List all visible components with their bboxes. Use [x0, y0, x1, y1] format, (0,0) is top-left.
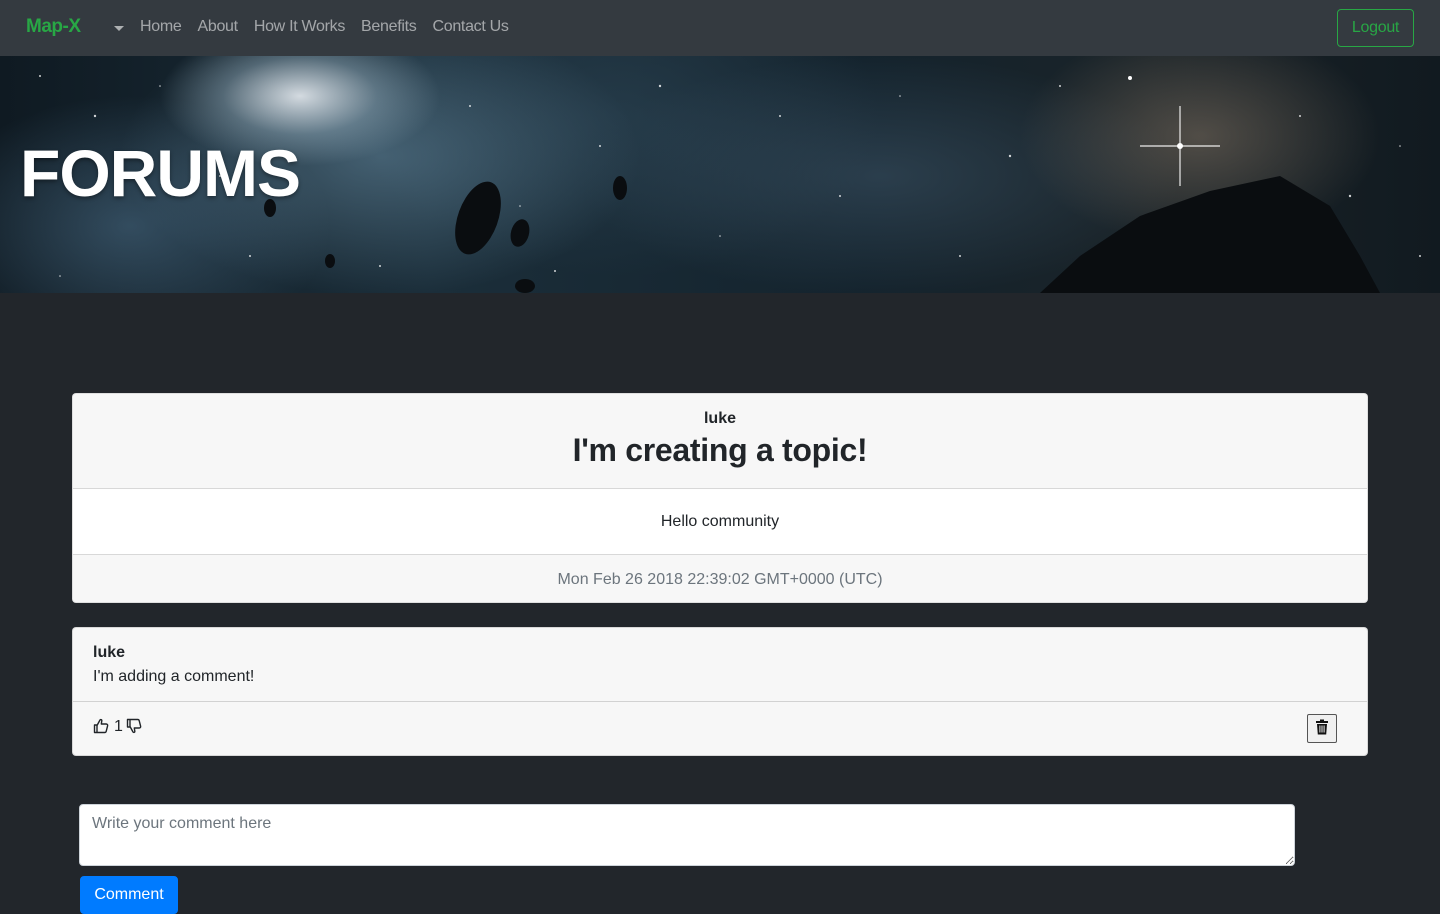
- topic-card: luke I'm creating a topic! Hello communi…: [72, 393, 1368, 603]
- comment-input[interactable]: [79, 804, 1295, 866]
- comment-text: I'm adding a comment!: [93, 668, 255, 685]
- nav-link-benefits[interactable]: Benefits: [361, 18, 417, 36]
- thumbs-up-icon[interactable]: [93, 718, 109, 734]
- topic-header: luke I'm creating a topic!: [73, 394, 1367, 489]
- comment-footer: 1: [73, 701, 1367, 755]
- thumbs-down-icon[interactable]: [126, 718, 142, 734]
- nav-link-home[interactable]: Home: [140, 18, 182, 36]
- vote-count: 1: [114, 718, 123, 735]
- comment-card: luke I'm adding a comment! 1: [72, 627, 1368, 756]
- nav-link-how-it-works[interactable]: How It Works: [254, 18, 346, 36]
- trash-icon: [1315, 719, 1329, 738]
- delete-comment-button[interactable]: [1307, 714, 1337, 743]
- hero-banner: FORUMS: [0, 56, 1440, 293]
- logout-button[interactable]: Logout: [1337, 9, 1414, 47]
- comment-author: luke: [93, 644, 126, 661]
- nav-link-contact-us[interactable]: Contact Us: [432, 18, 508, 36]
- brand-logo[interactable]: Map-X: [26, 16, 81, 38]
- topic-author: luke: [703, 410, 736, 427]
- page-title: FORUMS: [20, 136, 301, 210]
- navbar: Map-X Home About How It Works Benefits C…: [0, 0, 1440, 56]
- topic-body: Hello community: [660, 512, 780, 530]
- nav-link-about[interactable]: About: [197, 18, 238, 36]
- topic-title: I'm creating a topic!: [572, 432, 868, 468]
- nav-links: Home About How It Works Benefits Contact…: [140, 18, 525, 36]
- navbar-toggle-caret-icon[interactable]: [114, 26, 124, 31]
- comment-submit-button[interactable]: Comment: [80, 876, 178, 914]
- topic-timestamp: Mon Feb 26 2018 22:39:02 GMT+0000 (UTC): [73, 554, 1367, 602]
